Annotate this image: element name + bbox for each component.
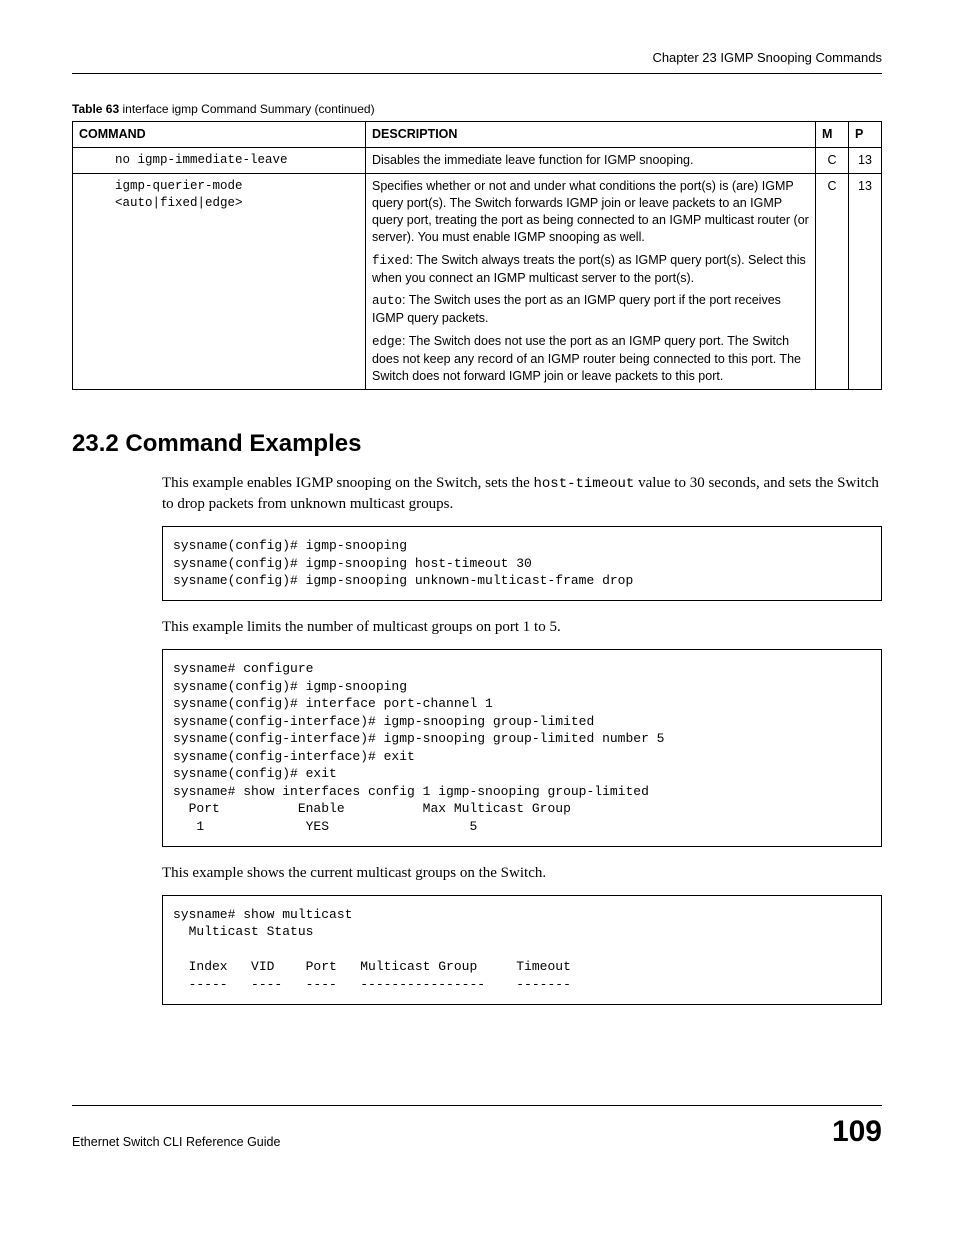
th-command: COMMAND: [73, 122, 366, 148]
desc-code: auto: [372, 294, 402, 308]
footer-page-number: 109: [832, 1112, 882, 1151]
th-description: DESCRIPTION: [366, 122, 816, 148]
cell-m: C: [816, 174, 849, 390]
page-footer: Ethernet Switch CLI Reference Guide 109: [72, 1105, 882, 1151]
table-caption-bold: Table 63: [72, 102, 119, 116]
cell-command: igmp-querier-mode <auto|fixed|edge>: [73, 174, 366, 390]
code-block: sysname# configure sysname(config)# igmp…: [162, 649, 882, 846]
cell-description: Specifies whether or not and under what …: [366, 174, 816, 390]
th-m: M: [816, 122, 849, 148]
command-text: no igmp-immediate-leave: [79, 152, 359, 169]
inline-code: host-timeout: [533, 476, 634, 492]
footer-doc-title: Ethernet Switch CLI Reference Guide: [72, 1134, 280, 1150]
cell-command: no igmp-immediate-leave: [73, 148, 366, 174]
desc-rest: : The Switch uses the port as an IGMP qu…: [372, 293, 781, 325]
cell-m: C: [816, 148, 849, 174]
table-row: no igmp-immediate-leave Disables the imm…: [73, 148, 882, 174]
command-text-line1: igmp-querier-mode: [79, 178, 359, 195]
desc-paragraph: edge: The Switch does not use the port a…: [372, 333, 809, 385]
table-row: igmp-querier-mode <auto|fixed|edge> Spec…: [73, 174, 882, 390]
table-caption-rest: interface igmp Command Summary (continue…: [119, 102, 374, 116]
desc-paragraph: Specifies whether or not and under what …: [372, 178, 809, 246]
section-title: 23.2 Command Examples: [72, 428, 882, 459]
desc-rest: : The Switch does not use the port as an…: [372, 334, 801, 383]
command-text-line2: <auto|fixed|edge>: [79, 195, 359, 212]
cell-description: Disables the immediate leave function fo…: [366, 148, 816, 174]
cell-p: 13: [849, 148, 882, 174]
desc-paragraph: auto: The Switch uses the port as an IGM…: [372, 292, 809, 327]
desc-rest: : The Switch always treats the port(s) a…: [372, 253, 806, 285]
command-summary-table: COMMAND DESCRIPTION M P no igmp-immediat…: [72, 121, 882, 389]
cell-p: 13: [849, 174, 882, 390]
desc-paragraph: fixed: The Switch always treats the port…: [372, 252, 809, 287]
body-paragraph: This example enables IGMP snooping on th…: [162, 473, 882, 514]
table-caption: Table 63 interface igmp Command Summary …: [72, 102, 882, 118]
body-paragraph: This example shows the current multicast…: [162, 863, 882, 883]
desc-code: fixed: [372, 254, 410, 268]
desc-code: edge: [372, 335, 402, 349]
para-text: This example enables IGMP snooping on th…: [162, 475, 533, 491]
chapter-header: Chapter 23 IGMP Snooping Commands: [72, 50, 882, 74]
code-block: sysname(config)# igmp-snooping sysname(c…: [162, 526, 882, 601]
th-p: P: [849, 122, 882, 148]
table-header-row: COMMAND DESCRIPTION M P: [73, 122, 882, 148]
code-block: sysname# show multicast Multicast Status…: [162, 895, 882, 1005]
body-paragraph: This example limits the number of multic…: [162, 617, 882, 637]
